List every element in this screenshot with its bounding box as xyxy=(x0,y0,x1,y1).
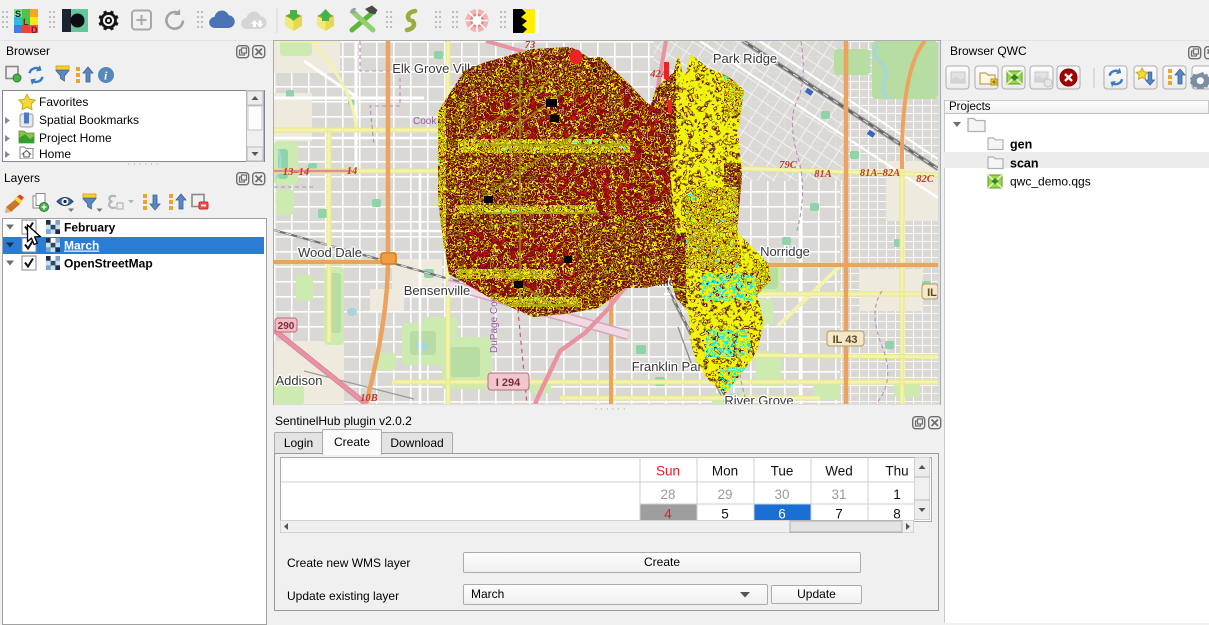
svg-text:scan: scan xyxy=(1010,157,1039,171)
svg-text:February: February xyxy=(64,221,116,235)
svg-text:Home: Home xyxy=(39,147,71,159)
svg-text:31: 31 xyxy=(831,487,846,502)
svg-text:Wood Dale: Wood Dale xyxy=(298,245,362,260)
svg-text:Spatial Bookmarks: Spatial Bookmarks xyxy=(39,113,139,127)
svg-text:6: 6 xyxy=(778,507,786,521)
svg-text:Cook: Cook xyxy=(413,116,437,127)
svg-text:I 294: I 294 xyxy=(496,377,521,389)
svg-text:Addison: Addison xyxy=(276,373,323,388)
svg-text:qwc_demo.qgs: qwc_demo.qgs xyxy=(1010,175,1091,189)
svg-text:14: 14 xyxy=(347,166,358,177)
svg-text:D: D xyxy=(31,25,38,35)
svg-text:Mon: Mon xyxy=(712,464,738,479)
svg-text:7: 7 xyxy=(835,507,843,521)
svg-text:10B: 10B xyxy=(360,393,378,404)
svg-text:290: 290 xyxy=(278,321,295,332)
svg-text:Sun: Sun xyxy=(656,464,680,479)
svg-text:28: 28 xyxy=(660,487,675,502)
svg-text:82C: 82C xyxy=(916,174,935,185)
svg-text:79C: 79C xyxy=(779,160,798,171)
svg-text:Favorites: Favorites xyxy=(39,95,88,109)
svg-text:1: 1 xyxy=(893,487,901,502)
svg-text:L: L xyxy=(23,17,29,27)
svg-text:S: S xyxy=(15,9,21,19)
svg-text:OpenStreetMap: OpenStreetMap xyxy=(64,257,153,271)
svg-text:March: March xyxy=(64,239,99,253)
svg-text:8: 8 xyxy=(893,507,901,521)
svg-text:gen: gen xyxy=(1010,138,1032,152)
svg-text:4: 4 xyxy=(664,507,672,521)
svg-text:Park Ridge: Park Ridge xyxy=(713,51,777,66)
svg-text:Tue: Tue xyxy=(771,464,794,479)
svg-text:IL 43: IL 43 xyxy=(833,334,858,346)
svg-text:5: 5 xyxy=(721,507,729,521)
svg-text:Thu: Thu xyxy=(885,464,908,479)
svg-text:Wed: Wed xyxy=(825,464,853,479)
svg-text:30: 30 xyxy=(774,487,789,502)
svg-text:81A–82A: 81A–82A xyxy=(860,168,900,179)
svg-text:IL: IL xyxy=(927,287,937,299)
svg-text:81A: 81A xyxy=(814,169,832,180)
svg-text:29: 29 xyxy=(717,487,732,502)
svg-text:Project Home: Project Home xyxy=(39,131,112,145)
svg-text:13–14: 13–14 xyxy=(283,167,309,178)
svg-text:Bensenville: Bensenville xyxy=(404,283,471,298)
svg-text:DuPage Cou: DuPage Cou xyxy=(489,296,500,353)
svg-text:River Grove: River Grove xyxy=(724,393,793,404)
svg-text:Norridge: Norridge xyxy=(760,244,810,259)
